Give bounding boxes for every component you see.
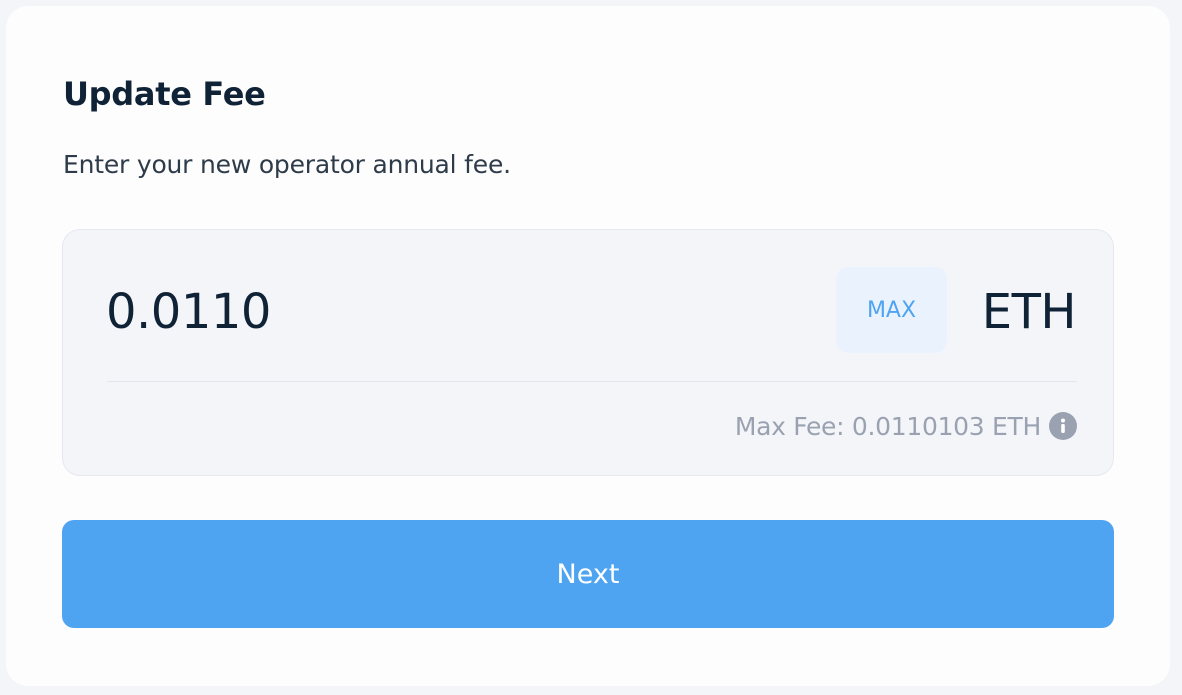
info-icon[interactable]	[1049, 412, 1077, 440]
max-fee-row: Max Fee: 0.0110103 ETH	[735, 410, 1077, 442]
divider	[107, 381, 1077, 382]
info-glyph	[1061, 418, 1065, 433]
fee-amount-input[interactable]	[106, 280, 726, 344]
currency-label: ETH	[981, 284, 1077, 340]
max-fee-text: Max Fee: 0.0110103 ETH	[734, 411, 1041, 441]
fee-input-panel: MAX ETH Max Fee: 0.0110103 ETH	[62, 229, 1114, 476]
dialog-title: Update Fee	[63, 75, 266, 113]
max-button[interactable]: MAX	[836, 267, 947, 353]
update-fee-card: Update Fee Enter your new operator annua…	[6, 6, 1170, 686]
next-button[interactable]: Next	[62, 520, 1114, 628]
dialog-subtitle: Enter your new operator annual fee.	[63, 150, 511, 179]
